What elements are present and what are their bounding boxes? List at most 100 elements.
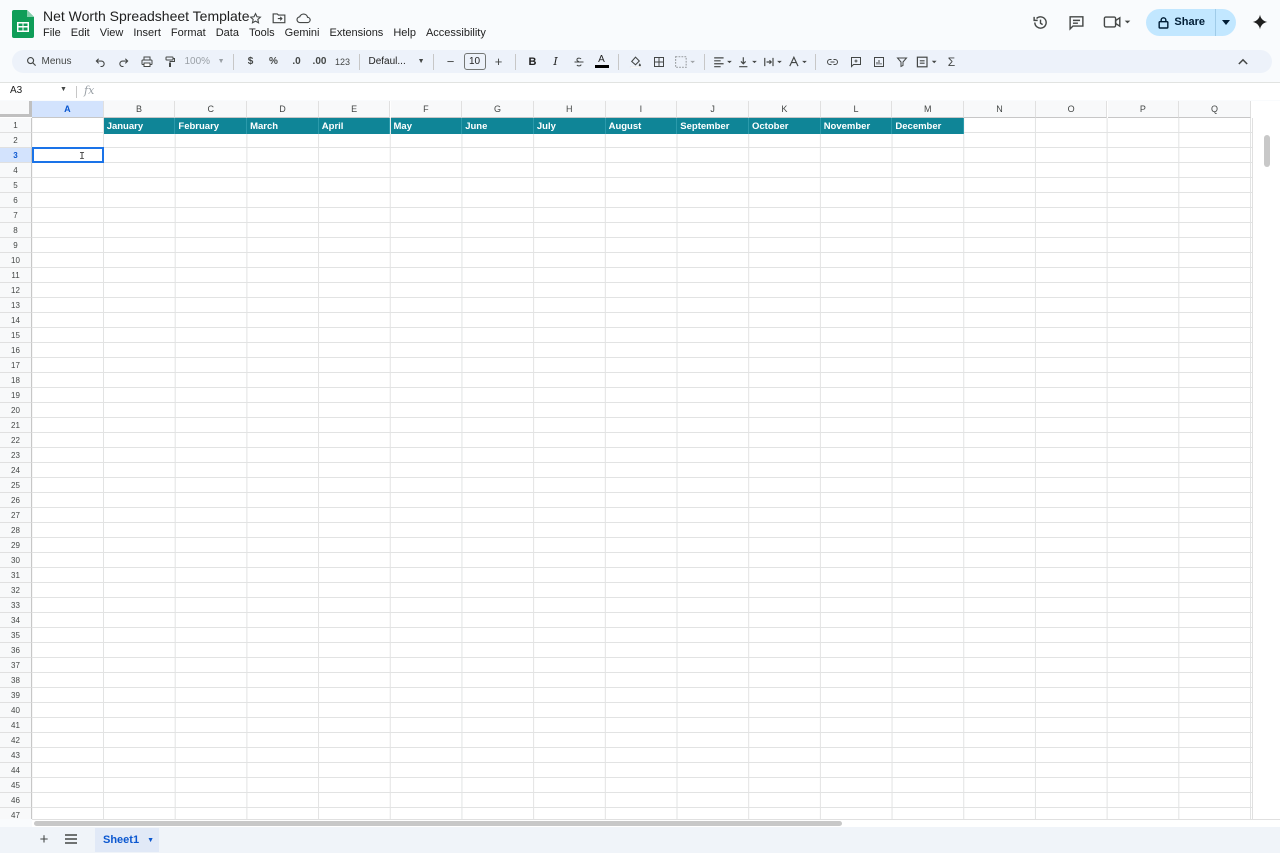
row-header[interactable]: 38 bbox=[0, 673, 32, 688]
font-family-select[interactable]: Defaul... ▼ bbox=[367, 52, 427, 72]
sheet-tab-caret-icon[interactable]: ▼ bbox=[147, 837, 154, 844]
horizontal-align-icon[interactable] bbox=[712, 52, 734, 72]
month-header-cell[interactable]: November bbox=[820, 118, 893, 134]
row-header[interactable]: 20 bbox=[0, 403, 32, 418]
row-header[interactable]: 9 bbox=[0, 238, 32, 253]
row-header[interactable]: 8 bbox=[0, 223, 32, 238]
column-header[interactable]: A bbox=[32, 101, 104, 118]
filter-icon[interactable] bbox=[892, 52, 912, 72]
active-cell-a3[interactable] bbox=[32, 147, 104, 163]
vertical-scrollbar[interactable] bbox=[1252, 118, 1280, 819]
undo-icon[interactable] bbox=[91, 52, 111, 72]
borders-icon[interactable] bbox=[649, 52, 669, 72]
column-header[interactable]: P bbox=[1107, 101, 1180, 118]
column-header[interactable]: H bbox=[533, 101, 606, 118]
menu-insert[interactable]: Insert bbox=[128, 26, 166, 40]
month-header-cell[interactable]: April bbox=[318, 118, 391, 134]
column-header[interactable]: N bbox=[964, 101, 1036, 118]
horizontal-scrollbar[interactable] bbox=[32, 819, 1280, 827]
month-header-cell[interactable]: January bbox=[103, 118, 176, 134]
row-header[interactable]: 1 bbox=[0, 118, 32, 133]
star-icon[interactable] bbox=[246, 10, 264, 26]
search-menus-button[interactable]: Menus bbox=[20, 52, 88, 72]
month-header-cell[interactable]: May bbox=[390, 118, 463, 134]
row-header[interactable]: 19 bbox=[0, 388, 32, 403]
merge-cells-icon[interactable] bbox=[672, 52, 698, 72]
row-header[interactable]: 34 bbox=[0, 613, 32, 628]
row-header[interactable]: 27 bbox=[0, 508, 32, 523]
column-header[interactable]: K bbox=[749, 101, 821, 118]
row-header[interactable]: 36 bbox=[0, 643, 32, 658]
horizontal-scroll-thumb[interactable] bbox=[34, 821, 842, 826]
column-header[interactable]: B bbox=[103, 101, 176, 118]
row-header[interactable]: 37 bbox=[0, 658, 32, 673]
menu-help[interactable]: Help bbox=[388, 26, 421, 40]
vertical-align-icon[interactable] bbox=[737, 52, 759, 72]
row-header[interactable]: 3 bbox=[0, 148, 32, 163]
name-box-caret-icon[interactable]: ▼ bbox=[60, 86, 67, 93]
row-header[interactable]: 7 bbox=[0, 208, 32, 223]
menu-format[interactable]: Format bbox=[166, 26, 211, 40]
fill-color-icon[interactable] bbox=[626, 52, 646, 72]
row-header[interactable]: 21 bbox=[0, 418, 32, 433]
row-header[interactable]: 28 bbox=[0, 523, 32, 538]
font-size-input[interactable]: 10 bbox=[463, 53, 486, 70]
row-header[interactable]: 31 bbox=[0, 568, 32, 583]
add-sheet-icon[interactable]: + bbox=[36, 831, 52, 848]
column-header[interactable]: Q bbox=[1179, 101, 1251, 118]
column-header[interactable]: C bbox=[175, 101, 248, 118]
row-header[interactable]: 29 bbox=[0, 538, 32, 553]
row-header[interactable]: 41 bbox=[0, 718, 32, 733]
row-header[interactable]: 22 bbox=[0, 433, 32, 448]
decrease-font-size-icon[interactable]: − bbox=[441, 52, 461, 72]
move-folder-icon[interactable] bbox=[270, 10, 288, 26]
column-header[interactable]: D bbox=[247, 101, 319, 118]
functions-button[interactable]: Σ bbox=[942, 52, 962, 72]
row-header[interactable]: 4 bbox=[0, 163, 32, 178]
zoom-select[interactable]: 100% ▼ bbox=[183, 52, 227, 72]
row-header[interactable]: 32 bbox=[0, 583, 32, 598]
italic-button[interactable]: I bbox=[546, 52, 566, 72]
row-header[interactable]: 39 bbox=[0, 688, 32, 703]
row-header[interactable]: 35 bbox=[0, 628, 32, 643]
row-header[interactable]: 13 bbox=[0, 298, 32, 313]
row-header[interactable]: 46 bbox=[0, 793, 32, 808]
month-header-cell[interactable]: July bbox=[533, 118, 606, 134]
collapse-toolbar-icon[interactable] bbox=[1233, 52, 1253, 72]
row-header[interactable]: 42 bbox=[0, 733, 32, 748]
month-header-cell[interactable]: February bbox=[175, 118, 248, 134]
row-header[interactable]: 23 bbox=[0, 448, 32, 463]
row-header[interactable]: 44 bbox=[0, 763, 32, 778]
menu-data[interactable]: Data bbox=[211, 26, 244, 40]
row-header[interactable]: 25 bbox=[0, 478, 32, 493]
month-header-cell[interactable]: March bbox=[247, 118, 319, 134]
sheet-tab-sheet1[interactable]: Sheet1 ▼ bbox=[95, 828, 159, 852]
column-header[interactable]: L bbox=[820, 101, 893, 118]
menu-file[interactable]: File bbox=[38, 26, 66, 40]
name-box[interactable]: A3 bbox=[10, 85, 22, 96]
menu-gemini[interactable]: Gemini bbox=[280, 26, 325, 40]
strikethrough-icon[interactable] bbox=[569, 52, 589, 72]
row-header[interactable]: 11 bbox=[0, 268, 32, 283]
insert-link-icon[interactable] bbox=[823, 52, 843, 72]
gemini-sparkle-icon[interactable] bbox=[1246, 8, 1274, 36]
insert-comment-icon[interactable] bbox=[846, 52, 866, 72]
all-sheets-icon[interactable] bbox=[64, 833, 78, 845]
increase-font-size-icon[interactable]: + bbox=[489, 52, 509, 72]
decrease-decimal-button[interactable]: .0 bbox=[287, 52, 307, 72]
row-header[interactable]: 47 bbox=[0, 808, 32, 819]
share-button[interactable]: Share bbox=[1146, 8, 1216, 36]
row-header[interactable]: 45 bbox=[0, 778, 32, 793]
row-header[interactable]: 12 bbox=[0, 283, 32, 298]
row-header[interactable]: 15 bbox=[0, 328, 32, 343]
row-header[interactable]: 5 bbox=[0, 178, 32, 193]
row-header[interactable]: 26 bbox=[0, 493, 32, 508]
menu-accessibility[interactable]: Accessibility bbox=[421, 26, 491, 40]
redo-icon[interactable] bbox=[114, 52, 134, 72]
month-header-cell[interactable]: June bbox=[462, 118, 534, 134]
month-header-cell[interactable]: August bbox=[605, 118, 678, 134]
row-header[interactable]: 18 bbox=[0, 373, 32, 388]
format-currency-button[interactable]: $ bbox=[241, 52, 261, 72]
increase-decimal-button[interactable]: .00 bbox=[310, 52, 330, 72]
text-rotation-icon[interactable] bbox=[787, 52, 809, 72]
